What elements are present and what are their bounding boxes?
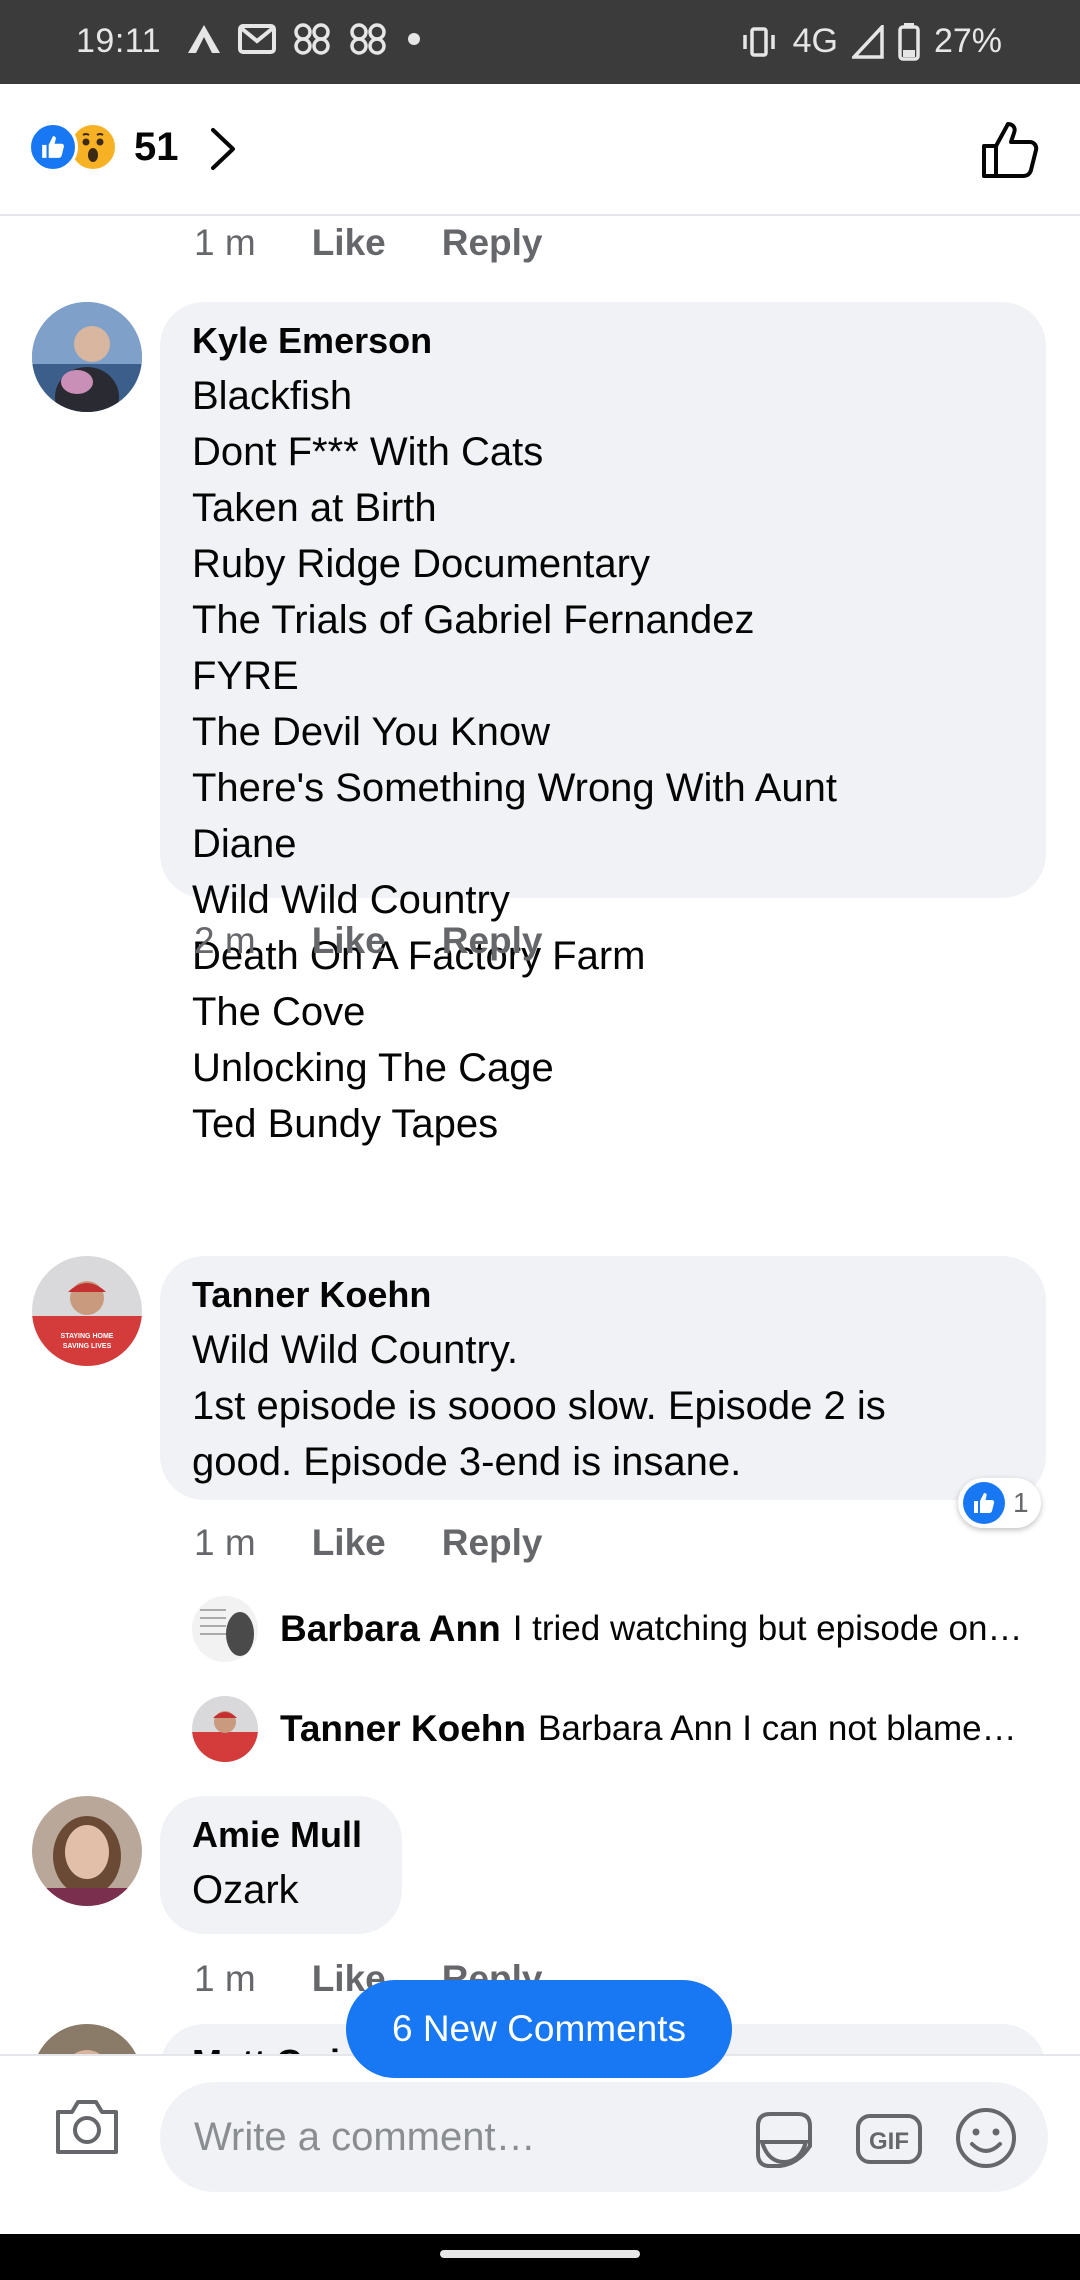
comment-composer: GIF: [0, 2054, 1080, 2234]
comment-line: Ted Bundy Tapes: [192, 1102, 499, 1146]
reactions-header: 51: [0, 84, 1080, 216]
camera-icon[interactable]: [52, 2096, 122, 2158]
comment-line: Blackfish: [192, 374, 353, 418]
comment-line: 1st episode is soooo slow. Episode 2 is: [192, 1384, 886, 1428]
comment-time: 1 m: [194, 1958, 256, 1999]
reply-author[interactable]: Barbara Ann: [280, 1608, 501, 1650]
comment-actions: 2 m Like Reply: [194, 920, 543, 962]
like-button[interactable]: Like: [312, 920, 386, 962]
comment-time: 1 m: [194, 1522, 256, 1563]
avatar[interactable]: [192, 1696, 258, 1762]
reply-preview[interactable]: Barbara Ann I tried watching but episode…: [192, 1596, 1022, 1662]
previous-comment-actions: 1 m Like Reply: [194, 222, 543, 264]
comment-line: The Cove: [192, 990, 366, 1034]
comment-line: Taken at Birth: [192, 486, 437, 530]
new-comments-button[interactable]: 6 New Comments: [346, 1980, 732, 2078]
comment-line: Ozark: [192, 1868, 299, 1912]
comment-time: 1 m: [194, 222, 256, 263]
avatar[interactable]: [32, 1796, 142, 1906]
comment-bubble: Amie Mull Ozark: [160, 1796, 402, 1934]
dot-icon: [408, 33, 420, 45]
comment-line: The Devil You Know: [192, 710, 551, 754]
like-reaction-icon: [963, 1482, 1005, 1524]
mail-icon: [238, 24, 276, 54]
comment-bubble: Kyle Emerson Blackfish Dont F*** With Ca…: [160, 302, 1046, 1146]
comment-box: GIF: [160, 2082, 1048, 2192]
status-time: 19:11: [76, 22, 162, 60]
sticker-icon[interactable]: [750, 2106, 818, 2172]
reply-button[interactable]: Reply: [442, 222, 543, 264]
vibrate-icon: [742, 26, 775, 57]
home-gesture-handle[interactable]: [440, 2250, 640, 2258]
comments-feed: 1 m Like Reply Kyle Emerson Blackfish Do…: [0, 216, 1080, 2172]
comment-line: good. Episode 3-end is insane.: [192, 1440, 742, 1484]
thumbs-up-icon[interactable]: [980, 120, 1040, 180]
loop-icon: [294, 23, 330, 55]
comment-bubble: Tanner Koehn Wild Wild Country. 1st epis…: [160, 1256, 1046, 1500]
comment-line: Diane: [192, 822, 297, 866]
signal-icon: [851, 24, 884, 59]
system-navigation-bar: [0, 2234, 1080, 2280]
comment-line: Wild Wild Country.: [192, 1328, 518, 1372]
comment-like-count-badge[interactable]: 1: [958, 1478, 1041, 1528]
comment-line: FYRE: [192, 654, 299, 698]
comments-sheet: 51 1 m Like Reply Kyle Emerson Blackfish…: [0, 84, 1080, 2234]
gif-label: GIF: [869, 2128, 909, 2155]
svg-text:SAVING LIVES: SAVING LIVES: [63, 1343, 112, 1350]
like-button[interactable]: Like: [312, 222, 386, 264]
comment-line: Ruby Ridge Documentary: [192, 542, 650, 586]
like-button[interactable]: Like: [312, 1522, 386, 1564]
reply-text: Barbara Ann I can not blame…: [538, 1709, 1017, 1748]
system-indicators: 4G 27%: [739, 22, 1002, 61]
gif-icon[interactable]: GIF: [854, 2106, 924, 2172]
avatar[interactable]: STAYING HOME SAVING LIVES: [32, 1256, 142, 1366]
reply-author[interactable]: Tanner Koehn: [280, 1708, 526, 1750]
comment-line: Unlocking The Cage: [192, 1046, 554, 1090]
loop-icon: [350, 23, 386, 55]
emoji-icon[interactable]: [954, 2106, 1018, 2170]
notification-icons: [186, 22, 424, 56]
battery-percent: 27%: [933, 22, 1002, 60]
comment-actions: 1 m Like Reply: [194, 1522, 543, 1564]
like-count: 1: [1013, 1487, 1029, 1518]
comment-time: 2 m: [194, 920, 256, 961]
comment-author[interactable]: Amie Mull: [192, 1814, 370, 1856]
comment-author[interactable]: Kyle Emerson: [192, 320, 1014, 362]
comment-author[interactable]: Tanner Koehn: [192, 1274, 1014, 1316]
reaction-count: 51: [134, 124, 179, 169]
svg-text:STAYING HOME: STAYING HOME: [61, 1333, 114, 1340]
battery-icon: [898, 22, 920, 61]
comment-line: Dont F*** With Cats: [192, 430, 544, 474]
reply-preview[interactable]: Tanner Koehn Barbara Ann I can not blame…: [192, 1696, 1017, 1762]
like-reaction-icon: [28, 122, 78, 172]
network-type: 4G: [792, 22, 838, 60]
comment-line: The Trials of Gabriel Fernandez: [192, 598, 755, 642]
avatar[interactable]: [32, 302, 142, 412]
status-bar: 19:11 4G 27%: [0, 0, 1080, 84]
comment-line: There's Something Wrong With Aunt: [192, 766, 837, 810]
chevron-right-icon[interactable]: [209, 126, 237, 172]
comment-input[interactable]: [194, 2082, 724, 2192]
avatar[interactable]: [192, 1596, 258, 1662]
reply-button[interactable]: Reply: [442, 920, 543, 962]
reply-text: I tried watching but episode on…: [512, 1609, 1023, 1648]
a-icon: [188, 25, 220, 53]
reactions-summary[interactable]: 51: [28, 122, 237, 172]
reply-button[interactable]: Reply: [442, 1522, 543, 1564]
